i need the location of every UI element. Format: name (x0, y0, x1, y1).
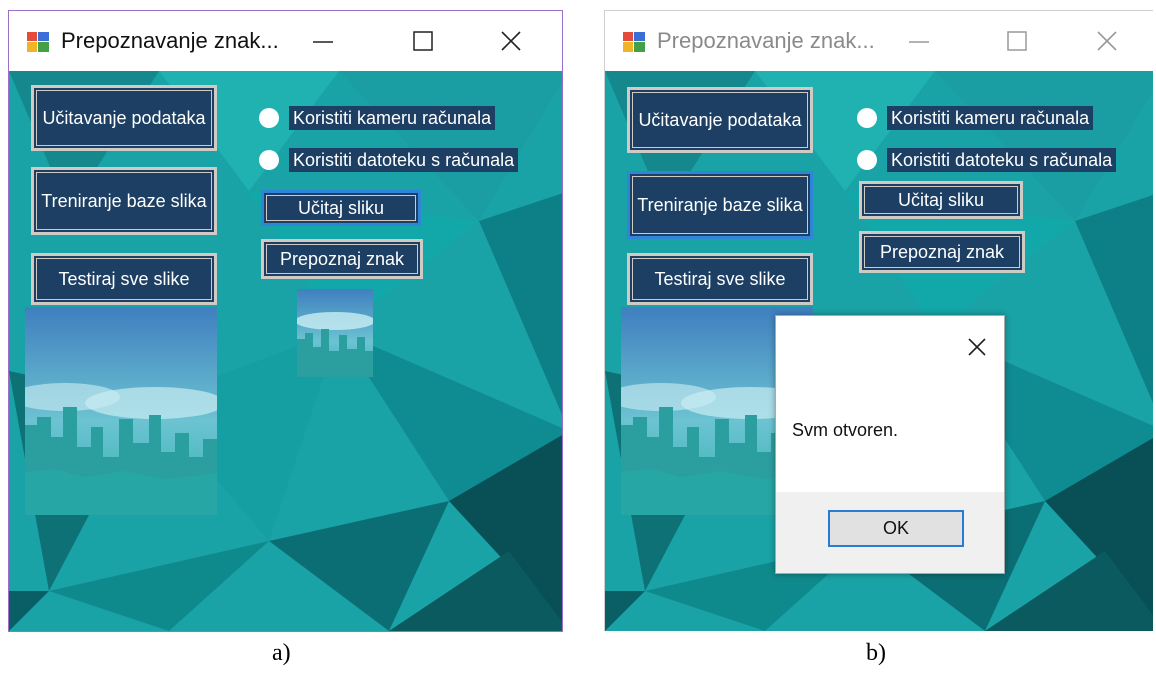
radio-camera[interactable]: Koristiti kameru računala (259, 105, 496, 131)
window-title: Prepoznavanje znak... (657, 28, 875, 53)
ok-button[interactable]: OK (828, 510, 964, 547)
recognize-label: Prepoznaj znak (879, 241, 1005, 262)
close-button[interactable] (489, 23, 533, 59)
radio-file[interactable]: Koristiti datoteku s računala (857, 147, 1117, 173)
title-bar[interactable]: Prepoznavanje znak... (605, 11, 1153, 71)
dialog-message: Svm otvoren. (792, 420, 899, 440)
dialog-footer: OK (776, 492, 1004, 573)
window-a: Prepoznavanje znak... Učitavanje podatak… (8, 10, 563, 632)
maximize-icon (1007, 31, 1027, 51)
recognize-button[interactable]: Prepoznaj znak (261, 239, 423, 279)
train-label: Treniranje baze slika (637, 194, 803, 215)
title-bar[interactable]: Prepoznavanje znak... (9, 11, 562, 71)
radio-camera-label: Koristiti kameru računala (289, 106, 496, 130)
radio-file-label: Koristiti datoteku s računala (887, 148, 1117, 172)
maximize-button[interactable] (401, 23, 445, 59)
radio-camera-label: Koristiti kameru računala (887, 106, 1094, 130)
test-all-button[interactable]: Testiraj sve slike (627, 253, 813, 305)
radio-indicator (857, 108, 877, 128)
load-data-button[interactable]: Učitavanje podataka (627, 87, 813, 153)
window-title: Prepoznavanje znak... (61, 28, 279, 53)
caption-a: a) (272, 640, 291, 666)
train-button[interactable]: Treniranje baze slika (31, 167, 217, 235)
radio-indicator (259, 150, 279, 170)
load-image-label: Učitaj sliku (297, 197, 385, 218)
load-image-label: Učitaj sliku (897, 189, 985, 210)
caption-b: b) (866, 640, 886, 666)
maximize-icon (413, 31, 433, 51)
maximize-button[interactable] (995, 23, 1039, 59)
test-all-button[interactable]: Testiraj sve slike (31, 253, 217, 305)
app-icon (27, 32, 49, 52)
radio-file-label: Koristiti datoteku s računala (289, 148, 519, 172)
recognize-button[interactable]: Prepoznaj znak (859, 231, 1025, 273)
minimize-icon (909, 41, 929, 43)
radio-file[interactable]: Koristiti datoteku s računala (259, 147, 519, 173)
image-preview-large (25, 307, 217, 515)
load-data-label: Učitavanje podataka (42, 107, 206, 128)
load-image-button[interactable]: Učitaj sliku (859, 181, 1023, 219)
radio-camera[interactable]: Koristiti kameru računala (857, 105, 1094, 131)
train-button[interactable]: Treniranje baze slika (627, 171, 813, 239)
test-all-label: Testiraj sve slike (654, 268, 786, 289)
app-icon (623, 32, 645, 52)
load-data-label: Učitavanje podataka (638, 109, 802, 130)
test-all-label: Testiraj sve slike (58, 268, 190, 289)
close-icon (501, 31, 521, 51)
minimize-button[interactable] (897, 23, 941, 59)
train-label: Treniranje baze slika (41, 190, 207, 211)
minimize-button[interactable] (301, 23, 345, 59)
load-image-button[interactable]: Učitaj sliku (261, 190, 421, 226)
recognize-label: Prepoznaj znak (279, 248, 405, 269)
image-preview-small (297, 289, 373, 377)
window-b: Prepoznavanje znak... Učitavanje podatak… (604, 10, 1153, 631)
form-client-area: Učitavanje podataka Treniranje baze slik… (9, 71, 562, 631)
load-data-button[interactable]: Učitavanje podataka (31, 85, 217, 151)
dialog-close-button[interactable] (962, 332, 992, 362)
message-box-dialog: Svm otvoren. OK (775, 315, 1005, 574)
form-client-area: Učitavanje podataka Treniranje baze slik… (605, 71, 1153, 631)
close-button[interactable] (1085, 23, 1129, 59)
radio-indicator (259, 108, 279, 128)
close-icon (968, 338, 986, 356)
radio-indicator (857, 150, 877, 170)
minimize-icon (313, 41, 333, 43)
close-icon (1097, 31, 1117, 51)
